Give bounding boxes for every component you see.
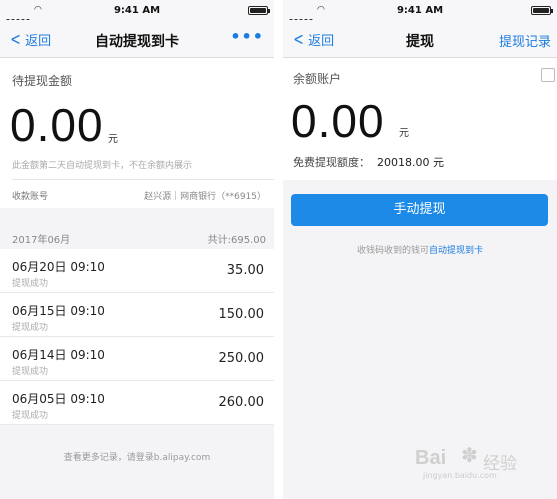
month-label: 2017年06月 <box>12 235 71 246</box>
pending-card: 待提现金额 0.00 元 此金额第二天自动提现到卡，不在余额内展示 收款账号 赵… <box>0 58 274 208</box>
balance-label: 余额账户 <box>293 72 342 86</box>
more-icon[interactable]: ••• <box>230 27 264 46</box>
record-amount: 260.00 <box>218 395 265 410</box>
auto-withdraw-hint: 收钱码收到的钱可自动提现到卡 <box>283 243 557 256</box>
list-item[interactable]: 06月20日 09:10 提现成功 35.00 <box>0 249 274 293</box>
month-header: 2017年06月 共计:695.00 <box>0 226 274 248</box>
pending-label: 待提现金额 <box>12 74 73 88</box>
month-total: 共计:695.00 <box>207 235 266 246</box>
record-date: 06月20日 09:10 <box>12 260 105 274</box>
record-date: 06月15日 09:10 <box>12 304 105 318</box>
free-quota-value: 20018.00 元 <box>377 156 444 169</box>
record-status: 提现成功 <box>12 367 49 377</box>
right-screen: ◠ 9:41 AM < 返回 提现 提现记录 余额账户 0.00 元 免费提现额… <box>283 0 557 499</box>
list-item[interactable]: 06月05日 09:10 提现成功 260.00 <box>0 381 274 425</box>
record-amount: 250.00 <box>218 351 265 366</box>
record-amount: 35.00 <box>226 263 264 278</box>
status-bar: ◠ 9:41 AM <box>283 0 557 23</box>
battery-icon <box>248 6 270 15</box>
balance-amount: 0.00 <box>291 95 385 147</box>
status-time: 9:41 AM <box>396 5 444 16</box>
watermark-logo: Bai <box>415 447 447 469</box>
nav-bar: < 返回 提现 提现记录 <box>283 20 557 58</box>
record-status: 提现成功 <box>12 279 49 289</box>
watermark-url: jingyan.baidu.com <box>423 471 497 480</box>
more-records-hint[interactable]: 查看更多记录，请登录b.alipay.com <box>0 450 274 463</box>
auto-withdraw-link[interactable]: 自动提现到卡 <box>429 246 483 256</box>
free-quota-label: 免费提现额度： <box>293 156 370 169</box>
status-bar: ◠ 9:41 AM <box>0 0 274 23</box>
withdraw-records-link[interactable]: 提现记录 <box>499 31 551 50</box>
balance-card: 余额账户 0.00 元 免费提现额度： 20018.00 元 <box>283 58 557 180</box>
record-status: 提现成功 <box>12 411 49 421</box>
manual-withdraw-button[interactable]: 手动提现 <box>291 194 548 226</box>
record-status: 提现成功 <box>12 323 49 333</box>
left-screen: ◠ 9:41 AM < 返回 自动提现到卡 ••• 待提现金额 0.00 元 此… <box>0 0 274 499</box>
status-time: 9:41 AM <box>113 5 161 16</box>
currency-unit: 元 <box>108 134 118 145</box>
list-item[interactable]: 06月14日 09:10 提现成功 250.00 <box>0 337 274 381</box>
divider <box>12 179 274 180</box>
account-label: 收款账号 <box>12 192 49 202</box>
account-value: 赵兴源｜网商银行（**6915） <box>144 192 266 202</box>
record-date: 06月14日 09:10 <box>12 348 105 362</box>
record-list: 06月20日 09:10 提现成功 35.00 06月15日 09:10 提现成… <box>0 249 274 425</box>
currency-unit: 元 <box>399 128 409 139</box>
watermark: Bai ✽ 经验 jingyan.baidu.com <box>415 443 545 483</box>
pending-hint: 此金额第二天自动提现到卡，不在余额内展示 <box>12 161 193 171</box>
pending-amount: 0.00 <box>10 99 104 151</box>
nav-bar: < 返回 自动提现到卡 ••• <box>0 20 274 58</box>
battery-icon <box>531 6 553 15</box>
hint-text: 收钱码收到的钱可 <box>356 246 429 256</box>
record-date: 06月05日 09:10 <box>12 392 105 406</box>
balance-checkbox[interactable] <box>541 68 555 82</box>
paw-icon: ✽ <box>461 443 478 467</box>
record-amount: 150.00 <box>218 307 265 322</box>
list-item[interactable]: 06月15日 09:10 提现成功 150.00 <box>0 293 274 337</box>
